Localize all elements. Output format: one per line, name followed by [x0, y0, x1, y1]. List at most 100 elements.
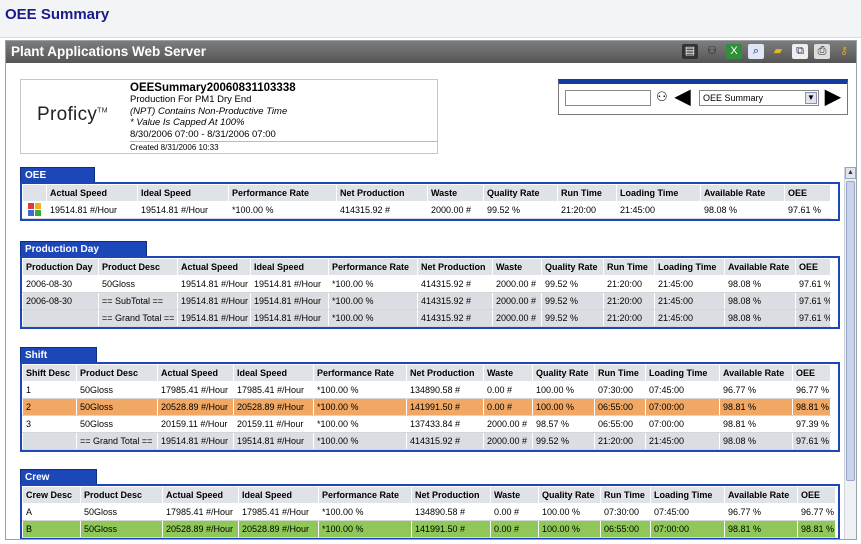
table-cell: *100.00 %: [318, 520, 412, 538]
folder-icon[interactable]: ▰: [770, 44, 786, 59]
table-row[interactable]: 2006-08-30 50Gloss 19514.81 #/Hour 19514.81…: [22, 275, 831, 293]
filmstrip-icon[interactable]: ▤: [682, 44, 698, 59]
column-header[interactable]: Net Production: [336, 184, 428, 202]
table-cell: 97.61 %: [792, 432, 831, 450]
table-row[interactable]: == Grand Total == 19514.81 #/Hour 19514.81…: [22, 432, 831, 450]
table-cell: 2000.00 #: [492, 275, 542, 293]
window-title: Plant Applications Web Server: [11, 44, 207, 59]
summary-table: Actual Speed Ideal Speed Performance Rate N…: [22, 184, 831, 219]
scroll-thumb[interactable]: [846, 181, 855, 481]
column-header[interactable]: Run Time: [557, 184, 617, 202]
column-header[interactable]: Product Desc: [98, 258, 178, 276]
binoculars-icon[interactable]: ⚇: [656, 89, 668, 105]
table-row[interactable]: B 50Gloss 20528.89 #/Hour 20528.89 #/Hour *1…: [22, 520, 836, 538]
table-cell: 96.77 %: [797, 503, 836, 521]
column-header[interactable]: Available Rate: [724, 486, 798, 504]
report-select[interactable]: OEE Summary ▼: [699, 90, 819, 106]
column-header[interactable]: Ideal Speed: [238, 486, 319, 504]
column-header[interactable]: Ideal Speed: [233, 364, 314, 382]
table-row[interactable]: 2006-08-30 == SubTotal == 19514.81 #/Hour 1…: [22, 292, 831, 310]
column-header[interactable]: Quality Rate: [541, 258, 604, 276]
column-header[interactable]: Net Production: [417, 258, 493, 276]
column-header[interactable]: Net Production: [411, 486, 491, 504]
column-header[interactable]: Performance Rate: [328, 258, 418, 276]
column-header[interactable]: Quality Rate: [483, 184, 558, 202]
chevron-down-icon[interactable]: ▼: [805, 92, 817, 104]
column-header[interactable]: Performance Rate: [313, 364, 407, 382]
table-cell: 96.77 %: [792, 381, 831, 399]
table-row[interactable]: 3 50Gloss 20159.11 #/Hour 20159.11 #/Hour *1…: [22, 415, 831, 433]
table-cell: 98.08 %: [719, 432, 793, 450]
column-header[interactable]: OEE: [792, 364, 831, 382]
column-header[interactable]: Performance Rate: [318, 486, 412, 504]
excel-icon[interactable]: X: [726, 44, 742, 59]
page-header: OEE Summary: [0, 0, 861, 38]
table-row[interactable]: == Grand Total == 19514.81 #/Hour 19514.81…: [22, 309, 831, 327]
column-header[interactable]: Run Time: [594, 364, 646, 382]
column-header[interactable]: Waste: [483, 364, 533, 382]
column-header[interactable]: Run Time: [603, 258, 655, 276]
column-header[interactable]: Actual Speed: [177, 258, 251, 276]
column-header[interactable]: Ideal Speed: [250, 258, 329, 276]
column-header[interactable]: Available Rate: [724, 258, 796, 276]
column-header[interactable]: Performance Rate: [228, 184, 337, 202]
column-header[interactable]: Waste: [427, 184, 484, 202]
column-header[interactable]: Actual Speed: [46, 184, 138, 202]
table-cell: 21:20:00: [557, 201, 617, 219]
column-header[interactable]: Loading Time: [645, 364, 720, 382]
column-header[interactable]: Net Production: [406, 364, 484, 382]
column-header[interactable]: Product Desc: [76, 364, 158, 382]
forward-arrow-icon[interactable]: ▶: [825, 87, 840, 107]
column-header[interactable]: Actual Speed: [157, 364, 234, 382]
table-cell: 21:45:00: [654, 292, 725, 310]
column-header[interactable]: Loading Time: [654, 258, 725, 276]
table-cell: 98.08 %: [700, 201, 785, 219]
column-header[interactable]: Waste: [492, 258, 542, 276]
column-header[interactable]: Run Time: [600, 486, 651, 504]
search-input[interactable]: [565, 90, 651, 106]
column-header[interactable]: Crew Desc: [22, 486, 81, 504]
table-cell: 21:20:00: [603, 275, 655, 293]
column-header[interactable]: Shift Desc: [22, 364, 77, 382]
table-cell: 97.39 %: [792, 415, 831, 433]
copy-icon[interactable]: ⧉: [792, 44, 808, 59]
section-table-panel: Actual Speed Ideal Speed Performance Rate N…: [20, 182, 840, 221]
column-header[interactable]: Loading Time: [650, 486, 725, 504]
table-cell: 17985.41 #/Hour: [233, 381, 314, 399]
column-header[interactable]: Product Desc: [80, 486, 163, 504]
column-header[interactable]: Available Rate: [700, 184, 785, 202]
back-arrow-icon[interactable]: ◀: [675, 87, 690, 107]
column-header[interactable]: OEE: [795, 258, 831, 276]
section-table-panel: Shift Desc Product Desc Actual Speed Ideal …: [20, 362, 840, 452]
column-header[interactable]: Waste: [490, 486, 539, 504]
table-row[interactable]: 1 50Gloss 17985.41 #/Hour 17985.41 #/Hour *1…: [22, 381, 831, 399]
column-header[interactable]: Available Rate: [719, 364, 793, 382]
column-header[interactable]: Production Day: [22, 258, 99, 276]
npt-note: (NPT) Contains Non-Productive Time: [130, 105, 288, 117]
print-icon[interactable]: ⎙: [814, 44, 830, 59]
column-header[interactable]: Quality Rate: [538, 486, 601, 504]
column-header[interactable]: [22, 184, 47, 202]
binoculars-icon[interactable]: ⚇: [704, 44, 720, 59]
table-cell: 96.77 %: [724, 503, 798, 521]
vertical-scrollbar[interactable]: ▲: [844, 167, 856, 539]
column-header[interactable]: Loading Time: [616, 184, 701, 202]
scroll-up-icon[interactable]: ▲: [845, 167, 856, 179]
column-header[interactable]: Quality Rate: [532, 364, 595, 382]
column-header[interactable]: OEE: [784, 184, 831, 202]
table-row[interactable]: 19514.81 #/Hour 19514.81 #/Hour *100.00 % 4…: [22, 201, 831, 219]
table-cell: 50Gloss: [80, 503, 163, 521]
table-row[interactable]: 2 50Gloss 20528.89 #/Hour 20528.89 #/Hour *1…: [22, 398, 831, 416]
search-doc-icon[interactable]: ⌕: [748, 44, 764, 59]
table-row[interactable]: A 50Gloss 17985.41 #/Hour 17985.41 #/Hour *1…: [22, 503, 836, 521]
table-cell: 100.00 %: [532, 381, 595, 399]
key-icon[interactable]: ⚷: [836, 44, 852, 59]
table-cell: *100.00 %: [228, 201, 337, 219]
column-header[interactable]: Actual Speed: [162, 486, 239, 504]
column-header[interactable]: OEE: [797, 486, 836, 504]
table-cell: 97.61 %: [795, 309, 831, 327]
column-header[interactable]: Ideal Speed: [137, 184, 229, 202]
table-cell: 0.00 #: [483, 381, 533, 399]
oee-chart-icon[interactable]: [22, 201, 47, 219]
table-cell: 2000.00 #: [483, 415, 533, 433]
